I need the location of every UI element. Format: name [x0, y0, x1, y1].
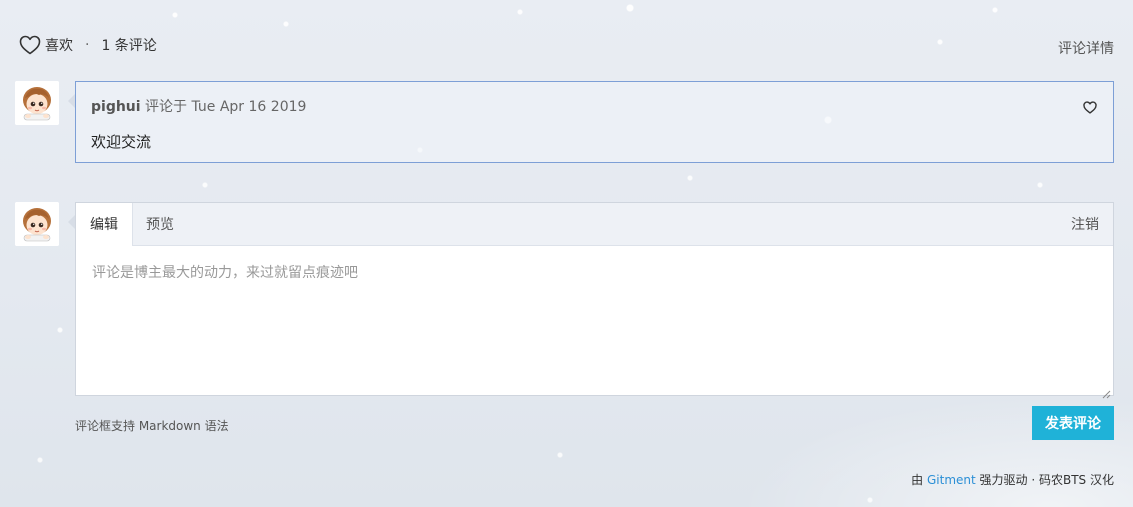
- markdown-tip: 评论框支持 Markdown 语法: [75, 419, 229, 433]
- submit-comment-button[interactable]: 发表评论: [1032, 406, 1114, 440]
- comment-author-avatar[interactable]: [15, 81, 59, 125]
- comments-header: 喜欢 · 1 条评论 评论详情: [19, 34, 1114, 58]
- comment-header: pighui 评论于 Tue Apr 16 2019: [91, 96, 306, 116]
- powered-prefix: 由: [911, 473, 924, 487]
- heart-outline-icon: [1083, 99, 1097, 118]
- current-user-avatar[interactable]: [15, 202, 59, 246]
- comment-date[interactable]: Tue Apr 16 2019: [191, 99, 306, 115]
- powered-by: 由 Gitment 强力驱动 · 码农BTS 汉化: [911, 471, 1114, 488]
- gitment-link[interactable]: Gitment: [927, 473, 976, 487]
- comment-editor: 编辑 预览 注销: [68, 202, 1114, 399]
- issue-detail-link[interactable]: 评论详情: [1058, 38, 1114, 58]
- tab-preview[interactable]: 预览: [132, 203, 188, 245]
- like-label: 喜欢: [45, 38, 73, 54]
- comment-count[interactable]: 1 条评论: [101, 35, 156, 55]
- cartoon-avatar-icon: [15, 202, 59, 246]
- comment-date-prefix: 评论于: [145, 99, 188, 115]
- editor-tabs: 编辑 预览 注销: [76, 203, 1113, 246]
- mountain-background: [713, 387, 1133, 507]
- logout-link[interactable]: 注销: [1071, 203, 1099, 247]
- tab-edit[interactable]: 编辑: [76, 203, 133, 246]
- heart-outline-icon: [19, 35, 41, 55]
- cartoon-avatar-icon: [15, 81, 59, 125]
- like-button[interactable]: 喜欢 · 1 条评论: [19, 35, 157, 55]
- comment-textarea[interactable]: [76, 246, 1113, 395]
- comment-author[interactable]: pighui: [91, 99, 141, 115]
- header-separator: ·: [85, 37, 90, 53]
- powered-suffix: 强力驱动 · 码农BTS 汉化: [979, 473, 1114, 487]
- comment-body: 欢迎交流: [91, 133, 152, 151]
- comment-like-button[interactable]: [1083, 99, 1097, 118]
- resize-handle-icon[interactable]: [1102, 384, 1111, 399]
- comment-item: pighui 评论于 Tue Apr 16 2019 欢迎交流: [68, 81, 1114, 163]
